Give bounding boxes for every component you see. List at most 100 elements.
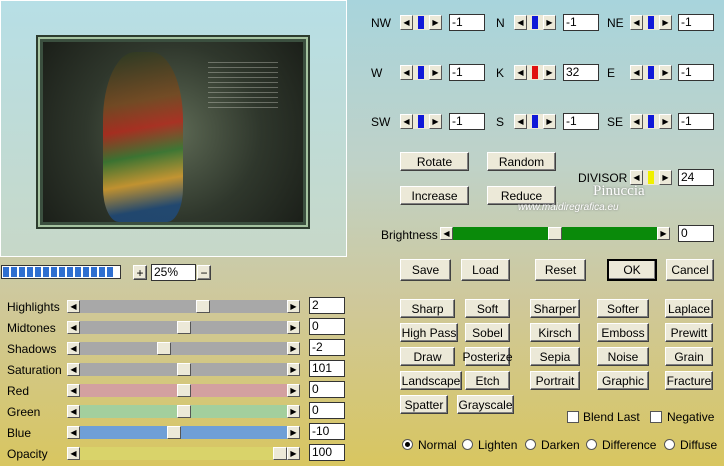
divisor-field[interactable]: 24 bbox=[678, 169, 714, 186]
chevron-right-icon[interactable]: ▶ bbox=[287, 321, 300, 334]
brightness-slider[interactable]: ◀ ▶ bbox=[440, 227, 670, 240]
filter-sharper-button[interactable]: Sharper bbox=[530, 299, 580, 318]
filter-draw-button[interactable]: Draw bbox=[400, 347, 455, 366]
chevron-right-icon[interactable]: ▶ bbox=[659, 15, 672, 30]
filter-portrait-button[interactable]: Portrait bbox=[530, 371, 580, 390]
filter-graphic-button[interactable]: Graphic bbox=[597, 371, 649, 390]
chevron-right-icon[interactable]: ▶ bbox=[287, 405, 300, 418]
adjust-slider-highlights[interactable]: ◀ ▶ bbox=[67, 300, 300, 313]
slider-thumb[interactable] bbox=[157, 342, 172, 355]
chevron-right-icon[interactable]: ▶ bbox=[429, 114, 442, 129]
chevron-left-icon[interactable]: ◀ bbox=[400, 15, 413, 30]
random-button[interactable]: Random bbox=[487, 152, 556, 171]
slider-thumb[interactable] bbox=[548, 227, 562, 240]
chevron-right-icon[interactable]: ▶ bbox=[429, 15, 442, 30]
kernel-field-sw[interactable]: -1 bbox=[449, 113, 485, 130]
chevron-right-icon[interactable]: ▶ bbox=[287, 363, 300, 376]
chevron-right-icon[interactable]: ▶ bbox=[543, 65, 556, 80]
chevron-right-icon[interactable]: ▶ bbox=[287, 426, 300, 439]
adjust-field-saturation[interactable]: 101 bbox=[309, 360, 345, 377]
chevron-right-icon[interactable]: ▶ bbox=[429, 65, 442, 80]
kernel-stepper-k[interactable]: ◀ ▶ bbox=[514, 65, 556, 80]
adjust-field-blue[interactable]: -10 bbox=[309, 423, 345, 440]
filter-sepia-button[interactable]: Sepia bbox=[530, 347, 580, 366]
kernel-stepper-e[interactable]: ◀ ▶ bbox=[630, 65, 672, 80]
filter-grayscale-button[interactable]: Grayscale bbox=[457, 395, 514, 414]
chevron-left-icon[interactable]: ◀ bbox=[67, 363, 80, 376]
brightness-field[interactable]: 0 bbox=[678, 225, 714, 242]
adjust-field-red[interactable]: 0 bbox=[309, 381, 345, 398]
chevron-left-icon[interactable]: ◀ bbox=[67, 342, 80, 355]
adjust-slider-saturation[interactable]: ◀ ▶ bbox=[67, 363, 300, 376]
slider-thumb[interactable] bbox=[176, 363, 191, 376]
slider-thumb[interactable] bbox=[176, 384, 191, 397]
slider-thumb[interactable] bbox=[176, 321, 191, 334]
kernel-stepper-ne[interactable]: ◀ ▶ bbox=[630, 15, 672, 30]
chevron-right-icon[interactable]: ▶ bbox=[659, 170, 672, 185]
chevron-left-icon[interactable]: ◀ bbox=[400, 65, 413, 80]
chevron-left-icon[interactable]: ◀ bbox=[67, 321, 80, 334]
filter-high-pass-button[interactable]: High Pass bbox=[400, 323, 458, 342]
chevron-left-icon[interactable]: ◀ bbox=[67, 426, 80, 439]
chevron-right-icon[interactable]: ▶ bbox=[287, 300, 300, 313]
ok-button[interactable]: OK bbox=[607, 259, 657, 281]
kernel-stepper-w[interactable]: ◀ ▶ bbox=[400, 65, 442, 80]
filter-posterize-button[interactable]: Posterize bbox=[462, 347, 513, 366]
slider-thumb[interactable] bbox=[195, 300, 210, 313]
chevron-left-icon[interactable]: ◀ bbox=[67, 300, 80, 313]
filter-spatter-button[interactable]: Spatter bbox=[400, 395, 448, 414]
adjust-slider-red[interactable]: ◀ ▶ bbox=[67, 384, 300, 397]
chevron-right-icon[interactable]: ▶ bbox=[287, 447, 300, 460]
filter-landscape-button[interactable]: Landscape bbox=[400, 371, 462, 390]
mode-diffuse-radio[interactable] bbox=[664, 439, 675, 450]
kernel-field-w[interactable]: -1 bbox=[449, 64, 485, 81]
mode-lighten-radio[interactable] bbox=[462, 439, 473, 450]
slider-thumb[interactable] bbox=[273, 447, 287, 460]
filter-laplace-button[interactable]: Laplace bbox=[665, 299, 713, 318]
kernel-stepper-sw[interactable]: ◀ ▶ bbox=[400, 114, 442, 129]
blend-last-checkbox[interactable] bbox=[567, 411, 579, 423]
kernel-field-s[interactable]: -1 bbox=[563, 113, 599, 130]
kernel-field-nw[interactable]: -1 bbox=[449, 14, 485, 31]
zoom-out-button[interactable]: − bbox=[197, 265, 211, 280]
filter-fracture-button[interactable]: Fracture bbox=[665, 371, 713, 390]
mode-darken-radio[interactable] bbox=[525, 439, 536, 450]
chevron-right-icon[interactable]: ▶ bbox=[659, 65, 672, 80]
rotate-button[interactable]: Rotate bbox=[400, 152, 469, 171]
kernel-field-se[interactable]: -1 bbox=[678, 113, 714, 130]
chevron-left-icon[interactable]: ◀ bbox=[67, 447, 80, 460]
adjust-slider-opacity[interactable]: ◀ ▶ bbox=[67, 447, 300, 460]
chevron-left-icon[interactable]: ◀ bbox=[514, 114, 527, 129]
chevron-left-icon[interactable]: ◀ bbox=[514, 15, 527, 30]
reset-button[interactable]: Reset bbox=[535, 259, 586, 281]
kernel-stepper-n[interactable]: ◀ ▶ bbox=[514, 15, 556, 30]
chevron-left-icon[interactable]: ◀ bbox=[400, 114, 413, 129]
slider-track[interactable] bbox=[80, 447, 287, 460]
negative-checkbox[interactable] bbox=[650, 411, 662, 423]
chevron-right-icon[interactable]: ▶ bbox=[657, 227, 670, 240]
load-button[interactable]: Load bbox=[461, 259, 510, 281]
chevron-right-icon[interactable]: ▶ bbox=[659, 114, 672, 129]
kernel-field-e[interactable]: -1 bbox=[678, 64, 714, 81]
adjust-slider-midtones[interactable]: ◀ ▶ bbox=[67, 321, 300, 334]
chevron-right-icon[interactable]: ▶ bbox=[543, 15, 556, 30]
filter-sobel-button[interactable]: Sobel bbox=[465, 323, 510, 342]
kernel-stepper-nw[interactable]: ◀ ▶ bbox=[400, 15, 442, 30]
adjust-field-green[interactable]: 0 bbox=[309, 402, 345, 419]
chevron-right-icon[interactable]: ▶ bbox=[287, 342, 300, 355]
filter-sharp-button[interactable]: Sharp bbox=[400, 299, 455, 318]
filter-softer-button[interactable]: Softer bbox=[597, 299, 649, 318]
filter-noise-button[interactable]: Noise bbox=[597, 347, 649, 366]
chevron-right-icon[interactable]: ▶ bbox=[287, 384, 300, 397]
slider-thumb[interactable] bbox=[166, 426, 181, 439]
chevron-left-icon[interactable]: ◀ bbox=[67, 405, 80, 418]
kernel-field-n[interactable]: -1 bbox=[563, 14, 599, 31]
mode-difference-radio[interactable] bbox=[586, 439, 597, 450]
chevron-left-icon[interactable]: ◀ bbox=[440, 227, 453, 240]
slider-track[interactable] bbox=[80, 342, 287, 355]
mode-normal-radio[interactable] bbox=[402, 439, 413, 450]
slider-thumb[interactable] bbox=[176, 405, 191, 418]
adjust-field-opacity[interactable]: 100 bbox=[309, 444, 345, 461]
adjust-field-midtones[interactable]: 0 bbox=[309, 318, 345, 335]
filter-etch-button[interactable]: Etch bbox=[465, 371, 510, 390]
